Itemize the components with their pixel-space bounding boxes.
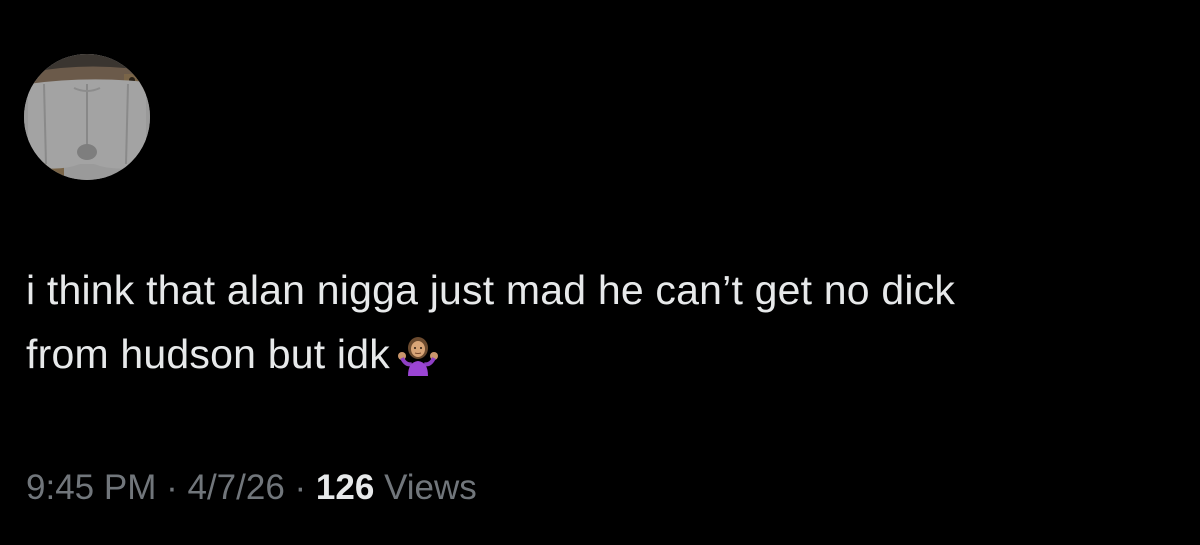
tweet-date[interactable]: 4/7/26 (187, 468, 284, 507)
tweet-meta: 9:45 PM · 4/7/26 · 126 Views (26, 466, 477, 510)
tweet-text-line-1: i think that alan nigga just mad he can’… (26, 267, 956, 313)
avatar-photo-icon (24, 54, 150, 180)
tweet-text-line-2-text: from hudson but idk (26, 331, 390, 377)
avatar[interactable] (24, 54, 150, 180)
tweet-card: i think that alan nigga just mad he can’… (0, 0, 1200, 545)
tweet-text: i think that alan nigga just mad he can’… (26, 258, 1176, 386)
tweet-time[interactable]: 9:45 PM (26, 468, 156, 507)
meta-separator: · (294, 468, 307, 507)
views-label: Views (384, 468, 477, 507)
views-count: 126 (315, 468, 375, 507)
tweet-text-line-2: from hudson but idk (26, 322, 1176, 386)
meta-separator: · (166, 468, 178, 507)
person-shrugging-icon (396, 332, 440, 376)
